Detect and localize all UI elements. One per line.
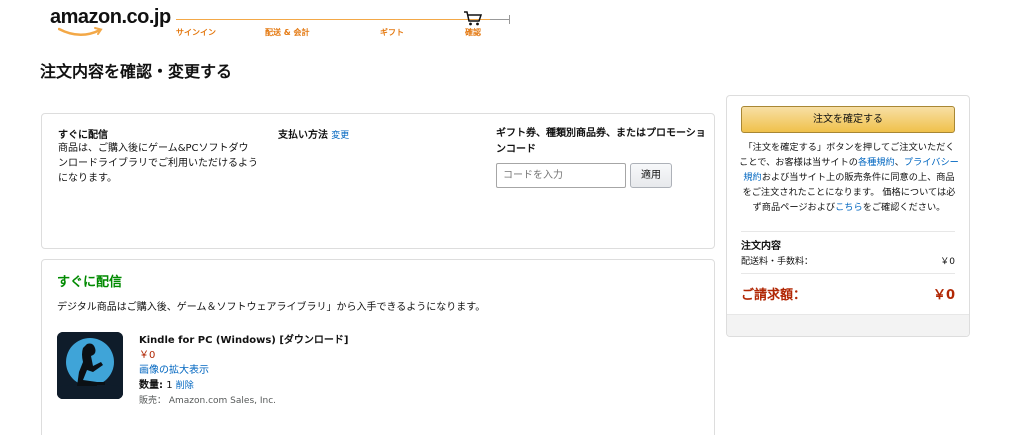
seller-text: 販売： Amazon.com Sales, Inc. [139,396,277,406]
cart-icon [464,11,483,26]
terms-note-text-2: 、 [894,157,904,168]
shipping-fee-row: 配送料・手数料： ￥0 [741,254,955,267]
quantity-value[interactable]: 1 [166,380,172,391]
here-link[interactable]: こちら [835,202,863,213]
order-total-row: ご請求額： ￥0 [741,284,955,303]
summary-footer [727,314,969,336]
delete-link[interactable]: 削除 [176,381,194,391]
step-confirm: 確認 [465,28,481,37]
product-price: ￥0 [139,350,156,361]
terms-link[interactable]: 各種規約 [858,157,895,168]
product-info: Kindle for PC (Windows) [ダウンロード] ￥0 画像の拡… [139,333,539,409]
delivery-section-title: すぐに配信 [57,275,123,290]
payment-column: 支払い方法 変更 [278,126,478,141]
place-order-button[interactable]: 注文を確定する [741,106,955,133]
order-total-label: ご請求額： [741,288,807,303]
order-summary-box: 注文を確定する 「注文を確定する」ボタンを押してご注文いただくことで、お客様は当… [726,95,970,337]
gift-code-heading: ギフト券、種類別商品券、またはプロモーションコード [496,128,706,155]
delivery-text: 商品は、ご購入後にゲーム&PCソフトダウンロードライブラリでご利用いただけるよう… [58,143,258,184]
summary-divider [741,231,955,232]
delivery-option-column: すぐに配信 商品は、ご購入後にゲーム&PCソフトダウンロードライブラリでご利用い… [58,126,258,186]
order-total-value: ￥0 [932,288,955,303]
product-title[interactable]: Kindle for PC (Windows) [ダウンロード] [139,333,539,348]
total-divider [741,273,955,274]
delivery-panel: すぐに配信 デジタル商品はご購入後、ゲーム＆ソフトウェアライブラリ」から入手でき… [41,259,715,435]
delivery-description: デジタル商品はご購入後、ゲーム＆ソフトウェアライブラリ」から入手できるようになり… [57,302,486,313]
payment-heading: 支払い方法 [278,130,328,141]
shipping-fee-label: 配送料・手数料： [741,257,814,267]
step-gift: ギフト [380,28,404,37]
amazon-smile-icon [58,27,103,36]
page-title: 注文内容を確認・変更する [40,62,233,81]
order-options-panel: すぐに配信 商品は、ご購入後にゲーム&PCソフトダウンロードライブラリでご利用い… [41,113,715,249]
order-terms-note: 「注文を確定する」ボタンを押してご注文いただくことで、お客様は当サイトの各種規約… [739,140,959,215]
product-image[interactable] [57,332,123,399]
payment-change-link[interactable]: 変更 [331,131,349,141]
quantity-label: 数量: [139,380,163,391]
terms-note-text-4: をご確認ください。 [862,202,946,213]
step-shipping: 配送 & 会計 [265,28,310,37]
quantity-row: 数量: 1 削除 [139,378,539,394]
shipping-fee-value: ￥0 [940,257,955,267]
amazon-logo[interactable]: amazon.co.jp [50,6,175,40]
checkout-progress-line [176,19,510,20]
checkout-progress-remaining [490,19,510,20]
promo-code-input[interactable] [496,163,626,188]
image-zoom-link[interactable]: 画像の拡大表示 [139,365,209,376]
checkout-progress-end-tick [509,15,510,24]
gift-code-column: ギフト券、種類別商品券、またはプロモーションコード [496,126,706,158]
step-signin: サインイン [176,28,216,37]
delivery-heading: すぐに配信 [58,130,108,141]
kindle-reader-icon [57,332,123,399]
order-contents-heading: 注文内容 [741,241,781,252]
apply-code-button[interactable]: 適用 [630,163,672,188]
